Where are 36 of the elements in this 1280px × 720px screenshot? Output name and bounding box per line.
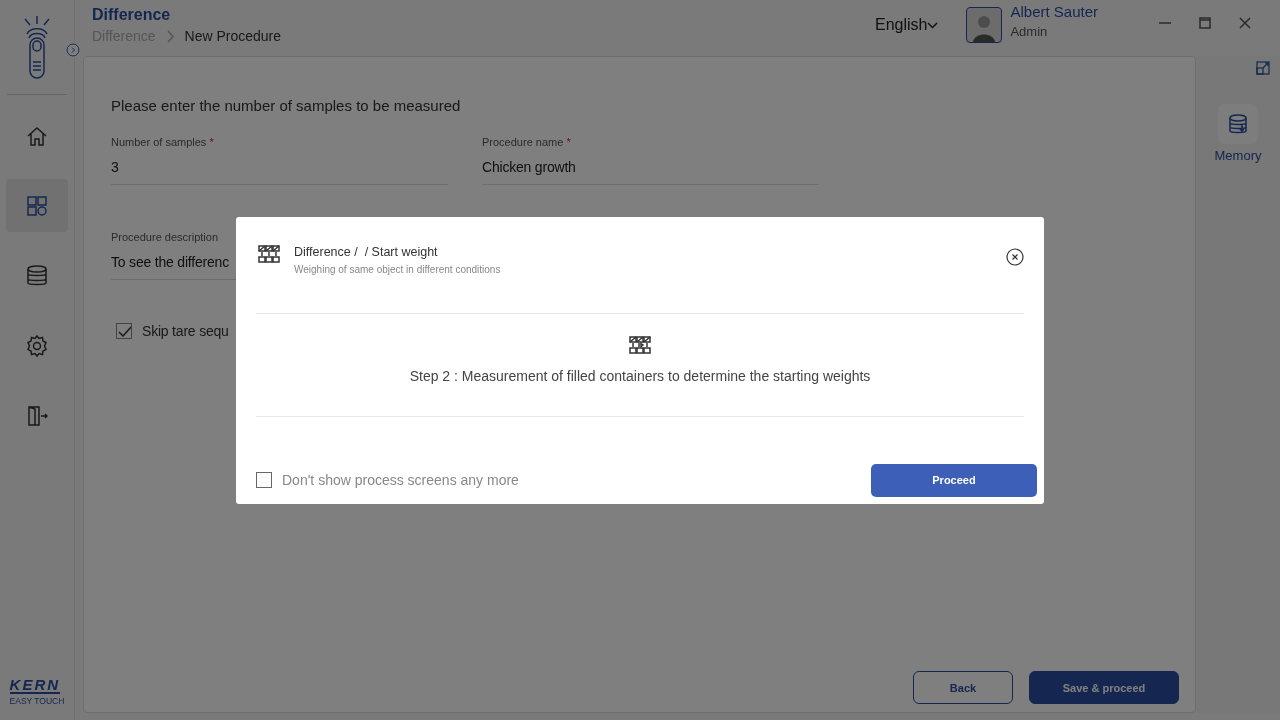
exit-door-icon bbox=[25, 403, 49, 428]
user-name: Albert Sauter bbox=[1010, 3, 1098, 20]
memory-button[interactable] bbox=[1218, 104, 1258, 144]
back-button[interactable]: Back bbox=[913, 671, 1013, 704]
containers-icon bbox=[258, 244, 280, 263]
expand-circle-icon[interactable] bbox=[66, 43, 80, 57]
language-dropdown[interactable]: English bbox=[874, 16, 939, 34]
save-proceed-button[interactable]: Save & proceed bbox=[1029, 671, 1179, 704]
database-icon bbox=[1228, 114, 1248, 134]
checkbox[interactable] bbox=[116, 323, 132, 339]
text-field[interactable]: Procedure name * Chicken growth bbox=[482, 136, 819, 185]
gear-icon bbox=[25, 333, 49, 358]
checkmark-icon bbox=[117, 325, 131, 337]
checkbox-label: Skip tare sequ bbox=[142, 323, 229, 339]
page-title: Difference bbox=[92, 6, 172, 24]
step-description: Step 2 : Measurement of filled containers to determine the starting weights bbox=[409, 367, 871, 384]
database-icon bbox=[25, 263, 49, 288]
checkbox[interactable] bbox=[256, 472, 272, 488]
dialog-title: Difference / / Start weight bbox=[294, 244, 439, 259]
maximize-icon[interactable] bbox=[1198, 17, 1212, 29]
proceed-button[interactable]: Proceed bbox=[871, 463, 1037, 497]
containers-play-icon bbox=[629, 335, 651, 354]
text-field[interactable]: Number of samples * 3 bbox=[111, 136, 448, 185]
brand-logo: KERN bbox=[9, 677, 61, 694]
brand-tagline: EASY TOUCH bbox=[9, 696, 65, 706]
resize-icon[interactable] bbox=[1256, 61, 1270, 75]
sidebar-item[interactable] bbox=[6, 179, 68, 232]
breadcrumb-chevron-icon bbox=[165, 29, 175, 43]
memory-label: Memory bbox=[1214, 148, 1262, 163]
form-heading: Please enter the number of samples to be measured bbox=[111, 97, 462, 114]
dialog-subtitle: Weighing of same object in different conditions bbox=[294, 263, 501, 275]
checkbox-label: Don't show process screens any more bbox=[282, 472, 519, 488]
grid-icon bbox=[25, 193, 49, 218]
close-icon[interactable] bbox=[1006, 247, 1024, 266]
user-role: Admin bbox=[1010, 24, 1049, 39]
chevron-down-icon bbox=[927, 21, 939, 29]
